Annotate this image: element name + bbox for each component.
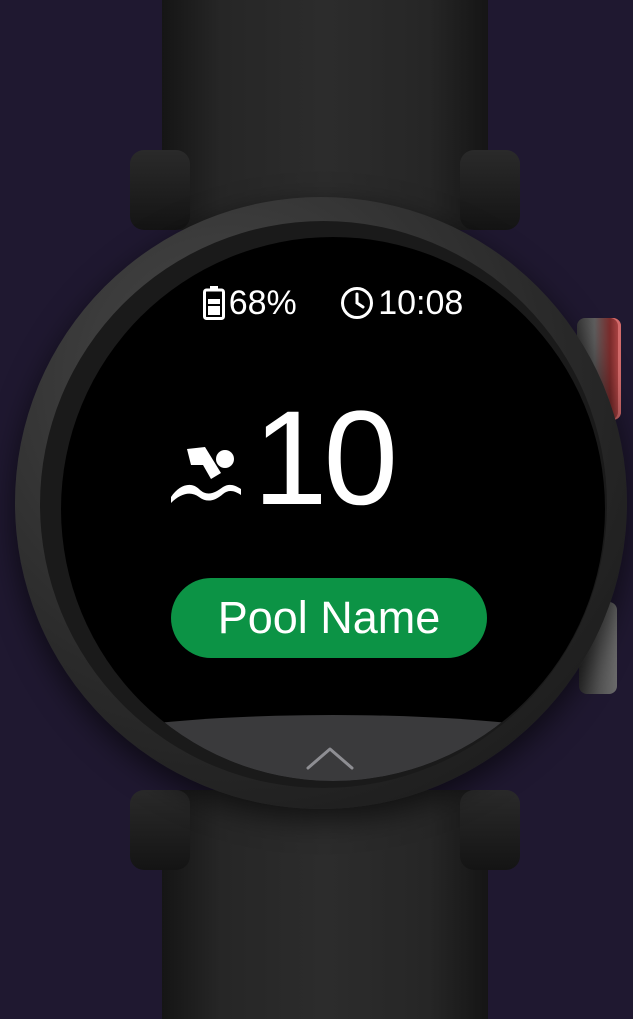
status-bar: 68% 10:08: [61, 283, 605, 329]
watch-lug: [130, 150, 190, 230]
swimmer-icon: [171, 447, 241, 503]
watch-lug: [460, 790, 520, 870]
time-status: 10:08: [340, 283, 463, 323]
battery-status: 68%: [202, 283, 297, 323]
watch-lug: [460, 150, 520, 230]
lap-counter: 10: [169, 384, 398, 533]
watch-screen: 68% 10:08 10 Pool Name: [61, 237, 605, 781]
watch-strap-bottom: [162, 790, 488, 1019]
battery-percent-text: 68%: [228, 284, 297, 322]
battery-icon: [202, 286, 225, 320]
time-text: 10:08: [378, 284, 464, 322]
pool-name-button[interactable]: Pool Name: [171, 578, 487, 658]
watch-preview: 68% 10:08 10 Pool Name: [0, 0, 633, 1019]
watch-lug: [130, 790, 190, 870]
lap-count: 10: [253, 384, 398, 533]
clock-icon: [341, 287, 374, 319]
watch-strap-top: [162, 0, 488, 230]
chevron-up-icon[interactable]: [305, 745, 355, 771]
